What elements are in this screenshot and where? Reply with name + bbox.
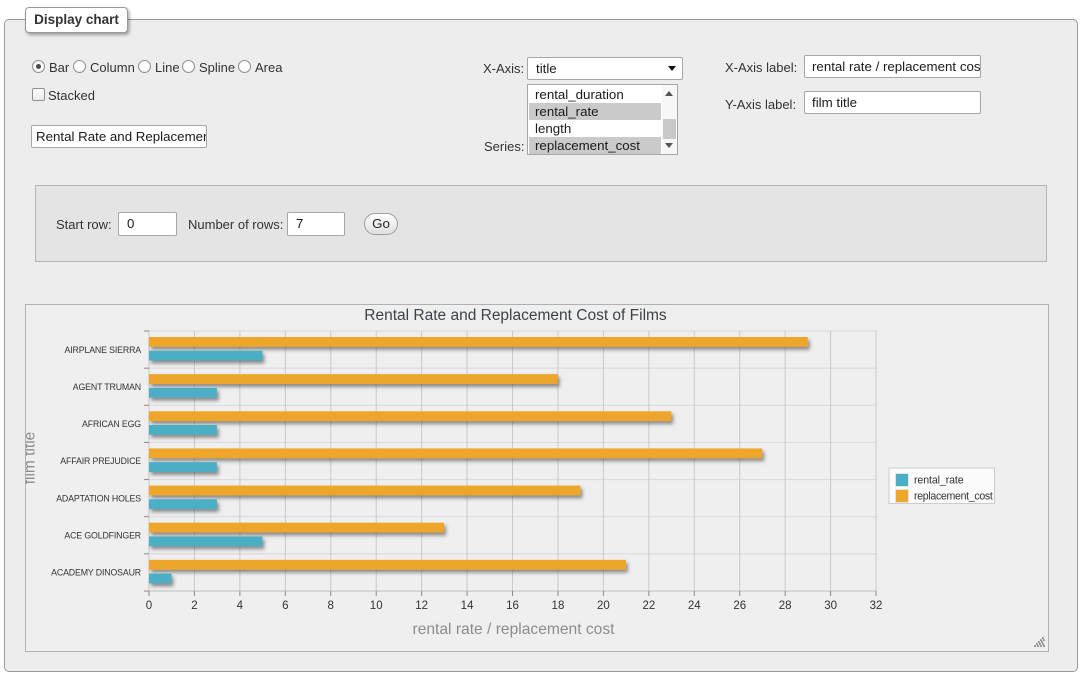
- svg-text:20: 20: [597, 600, 610, 612]
- svg-text:12: 12: [415, 600, 428, 612]
- svg-text:ACE GOLDFINGER: ACE GOLDFINGER: [64, 530, 141, 540]
- svg-text:AIRPLANE SIERRA: AIRPLANE SIERRA: [64, 345, 141, 355]
- svg-text:rental rate / replacement cost: rental rate / replacement cost: [412, 621, 615, 638]
- svg-text:film title: film title: [26, 432, 39, 485]
- svg-text:28: 28: [778, 600, 791, 612]
- svg-text:8: 8: [327, 600, 333, 612]
- svg-text:24: 24: [687, 600, 700, 612]
- svg-text:14: 14: [460, 600, 473, 612]
- svg-text:ADAPTATION HOLES: ADAPTATION HOLES: [56, 493, 141, 503]
- svg-text:0: 0: [145, 600, 151, 612]
- svg-text:22: 22: [642, 600, 655, 612]
- svg-text:32: 32: [869, 600, 882, 612]
- svg-text:2: 2: [191, 600, 197, 612]
- svg-text:26: 26: [733, 600, 746, 612]
- svg-text:4: 4: [236, 600, 243, 612]
- svg-text:AFRICAN EGG: AFRICAN EGG: [82, 419, 141, 429]
- svg-text:10: 10: [369, 600, 382, 612]
- svg-text:6: 6: [282, 600, 288, 612]
- svg-text:AFFAIR PREJUDICE: AFFAIR PREJUDICE: [60, 456, 141, 466]
- svg-text:18: 18: [551, 600, 564, 612]
- svg-text:replacement_cost: replacement_cost: [914, 491, 993, 503]
- svg-text:AGENT TRUMAN: AGENT TRUMAN: [72, 382, 140, 392]
- svg-text:ACADEMY DINOSAUR: ACADEMY DINOSAUR: [51, 568, 141, 578]
- svg-text:Rental Rate and Replacement Co: Rental Rate and Replacement Cost of Film…: [364, 307, 667, 324]
- svg-text:30: 30: [824, 600, 837, 612]
- svg-text:16: 16: [506, 600, 519, 612]
- svg-text:rental_rate: rental_rate: [914, 475, 964, 487]
